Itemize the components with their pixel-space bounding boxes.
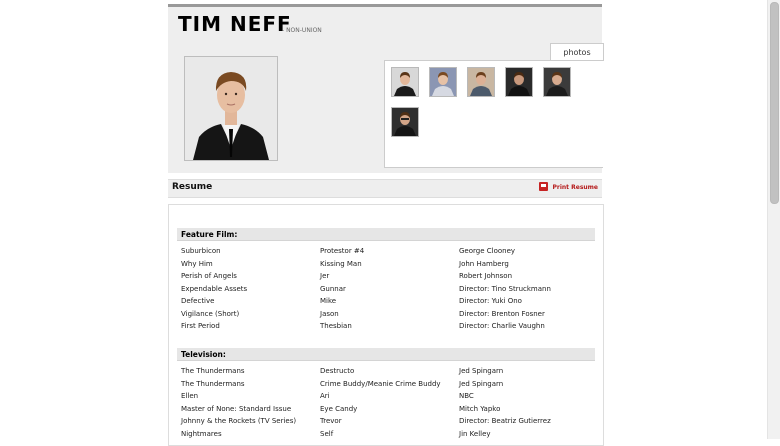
director: Mitch Yapko [459,405,501,413]
director: Director: Charlie Vaughn [459,322,545,330]
headshot-photo[interactable] [184,56,278,161]
table-row: Nightmares Self Jin Kelley [181,428,595,440]
director: Jin Kelley [459,430,491,438]
table-row: The Thundermans Destructo Jed Spingarn [181,365,595,377]
role: Jer [320,272,330,280]
director: Director: Brenton Fosner [459,310,545,318]
table-row: Master of None: Standard Issue Eye Candy M… [181,403,595,415]
role: Self [320,430,334,438]
profile-page: TIM NEFF - NON-UNION photos Resume Print… [168,0,604,446]
project-title: The Thundermans [181,380,245,388]
table-row: The Thundermans Crime Buddy/Meanie Crime … [181,378,595,390]
director: Jed Spingarn [459,367,504,375]
union-status: - NON-UNION [282,27,322,34]
project-title: Johnny & the Rockets (TV Series) [181,417,297,425]
project-title: Suburbicon [181,247,221,255]
director: Director: Yuki Ono [459,297,522,305]
actor-name: TIM NEFF [178,12,292,36]
section-heading-feature-film: Feature Film: [177,228,595,241]
project-title: Ellen [181,392,199,400]
profile-header: TIM NEFF - NON-UNION photos [168,4,604,173]
table-row: Why Him Kissing Man John Hamberg [181,258,595,270]
photo-thumbnail[interactable] [505,67,533,97]
director: John Hamberg [459,260,509,268]
photo-thumbnail[interactable] [391,67,419,97]
role: Eye Candy [320,405,358,413]
project-title: Perish of Angels [181,272,237,280]
tab-photos[interactable]: photos [550,43,604,61]
role: Destructo [320,367,355,375]
table-row: Ellen Ari NBC [181,390,595,402]
role: Mike [320,297,337,305]
photo-thumbnail[interactable] [467,67,495,97]
project-title: Vigilance (Short) [181,310,240,318]
table-row: Expendable Assets Gunnar Director: Tino St… [181,283,595,295]
role: Trevor [320,417,342,425]
role: Gunnar [320,285,346,293]
print-resume-label: Print Resume [552,184,599,191]
project-title: Nightmares [181,430,222,438]
role: Kissing Man [320,260,362,268]
role: Crime Buddy/Meanie Crime Buddy [320,380,441,388]
print-resume-link[interactable]: Print Resume [538,182,599,192]
table-row: Defective Mike Director: Yuki Ono [181,295,595,307]
photos-gallery [384,60,603,168]
project-title: Why Him [181,260,213,268]
resume-title: Resume [172,182,213,192]
table-row: Perish of Angels Jer Robert Johnson [181,270,595,282]
role: Ari [320,392,330,400]
project-title: First Period [181,322,220,330]
project-title: Defective [181,297,215,305]
director: NBC [459,392,474,400]
photo-thumbnail[interactable] [543,67,571,97]
director: Robert Johnson [459,272,513,280]
table-row: First Period Thesbian Director: Charlie Va… [181,320,595,332]
resume-header: Resume Print Resume [168,179,602,198]
pdf-icon [538,182,548,191]
resume-body: Feature Film: Suburbicon Protestor #4 Geor… [168,204,604,446]
project-title: The Thundermans [181,367,245,375]
role: Protestor #4 [320,247,365,255]
photo-thumbnail[interactable] [429,67,457,97]
role: Jason [320,310,339,318]
project-title: Master of None: Standard Issue [181,405,292,413]
director: Jed Spingarn [459,380,504,388]
project-title: Expendable Assets [181,285,248,293]
director: Director: Tino Struckmann [459,285,551,293]
table-row: Suburbicon Protestor #4 George Clooney [181,245,595,257]
photo-thumbnail[interactable] [391,107,419,137]
director: George Clooney [459,247,516,255]
scrollbar-thumb[interactable] [770,2,779,204]
section-heading-television: Television: [177,348,595,361]
table-row: Vigilance (Short) Jason Director: Brenton … [181,308,595,320]
director: Director: Beatriz Gutierrez [459,417,551,425]
page-scrollbar[interactable] [767,0,780,439]
role: Thesbian [320,322,352,330]
table-row: Johnny & the Rockets (TV Series) Trevor Di… [181,415,595,427]
